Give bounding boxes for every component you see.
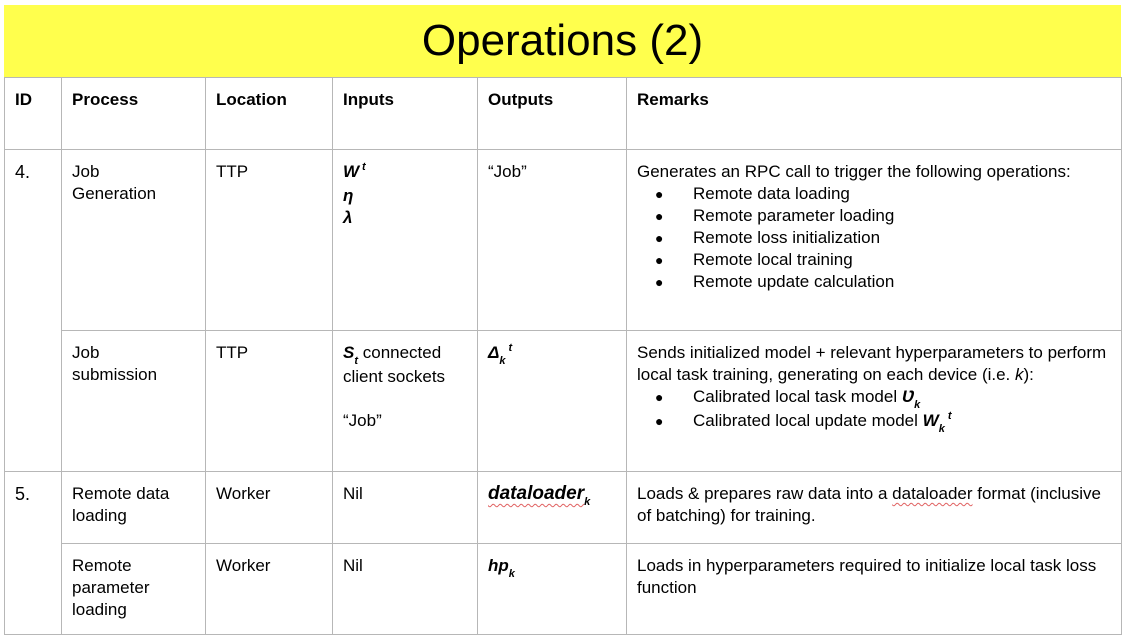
output-symbol-dataloader: dataloader (488, 483, 585, 504)
location-cell: TTP (205, 149, 333, 331)
process-cell: Remote data loading (61, 471, 206, 544)
remarks-bullet-list: ● Calibrated local task model Ʋk ● Calibra… (637, 386, 1111, 435)
output-symbol-hp: hp (488, 556, 509, 575)
bullet-dot-icon: ● (655, 413, 664, 429)
bullet-dot-icon: ● (655, 230, 664, 246)
bullet-dot-icon: ● (655, 389, 664, 405)
bullet-dot-icon: ● (655, 274, 664, 290)
header-inputs: Inputs (332, 77, 478, 150)
process-cell: Remote parameter loading (61, 543, 206, 635)
inputs-cell: Nil (332, 543, 478, 635)
inputs-cell: Wt η λ (332, 149, 478, 331)
inputs-cell: Nil (332, 471, 478, 544)
list-item: ● Calibrated local update model Wkt (655, 410, 952, 435)
table-header-row: ID Process Location Inputs Outputs Remar… (4, 77, 1122, 150)
bullet-dot-icon: ● (655, 186, 664, 202)
header-id: ID (4, 77, 62, 150)
table-row: Remote parameter loading Worker Nil hpk … (5, 543, 1122, 635)
outputs-cell: hpk (477, 543, 627, 635)
header-location: Location (205, 77, 333, 150)
remarks-intro: Generates an RPC call to trigger the fol… (637, 162, 1071, 181)
outputs-cell: dataloaderk (477, 471, 627, 544)
remarks-cell: Loads in hyperparameters required to ini… (626, 543, 1122, 635)
row-id: 4. (4, 149, 62, 472)
list-item: ● Calibrated local task model Ʋk (655, 387, 921, 411)
input-sockets: St connected client sockets (343, 343, 446, 386)
input-job: “Job” (343, 411, 382, 430)
list-item: ● Remote update calculation (655, 272, 895, 291)
remarks-bullet-list: ● Remote data loading ● Remote parameter l… (637, 183, 1111, 293)
slide-title-text: Operations (2) (421, 16, 704, 65)
row-id: 5. (4, 471, 62, 635)
bullet-dot-icon: ● (655, 208, 664, 224)
location-cell: TTP (205, 330, 333, 472)
inputs-cell: St connected client sockets “Job” (332, 330, 478, 472)
table-row: 5. Remote data loading Worker Nil datalo… (4, 471, 1122, 635)
header-outputs: Outputs (477, 77, 627, 150)
input-symbol-w: Wt (343, 161, 366, 181)
table-row: Job submission TTP St connected client s… (5, 330, 1122, 472)
outputs-cell: Δkt (477, 330, 627, 472)
process-cell: Job Generation (61, 149, 206, 331)
list-item: ● Remote loss initialization (655, 228, 881, 247)
remarks-cell: Generates an RPC call to trigger the fol… (626, 149, 1122, 331)
bullet-dot-icon: ● (655, 252, 664, 268)
remarks-cell: Loads & prepares raw data into a dataloa… (626, 471, 1122, 544)
output-symbol-delta: Δkt (488, 342, 513, 367)
outputs-cell: “Job” (477, 149, 627, 331)
location-cell: Worker (205, 543, 333, 635)
list-item: ● Remote data loading (655, 184, 850, 203)
operations-table: ID Process Location Inputs Outputs Remar… (4, 77, 1122, 635)
table-row: 4. Job Generation TTP Wt η λ “Job” Gener… (4, 149, 1122, 472)
list-item: ● Remote parameter loading (655, 206, 895, 225)
location-cell: Worker (205, 471, 333, 544)
input-symbol-eta: η (343, 186, 354, 205)
remarks-cell: Sends initialized model + relevant hyper… (626, 330, 1122, 472)
slide-title: Operations (2) (4, 5, 1121, 77)
input-symbol-lambda: λ (343, 208, 353, 227)
process-cell: Job submission (61, 330, 206, 472)
remarks-intro: Sends initialized model + relevant hyper… (637, 343, 1107, 384)
list-item: ● Remote local training (655, 250, 853, 269)
header-process: Process (61, 77, 206, 150)
header-remarks: Remarks (626, 77, 1122, 150)
